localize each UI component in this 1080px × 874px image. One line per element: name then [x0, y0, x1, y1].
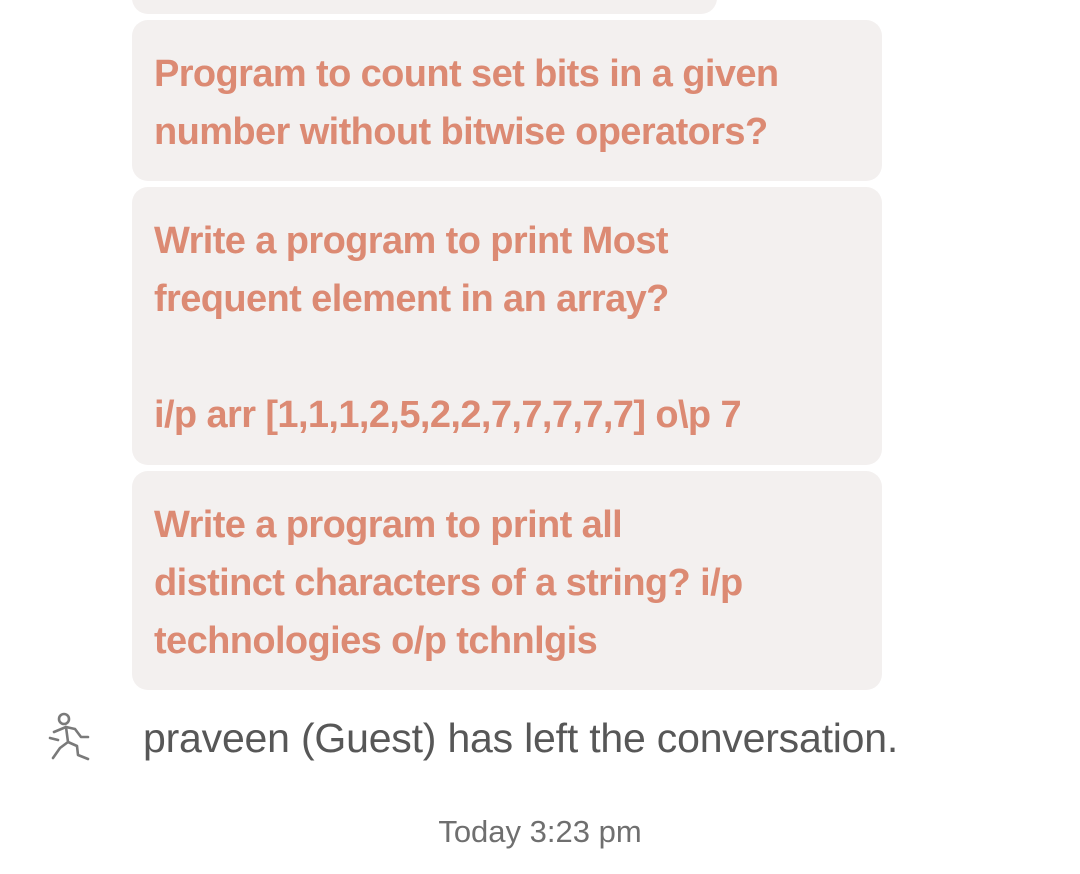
person-leaving-icon — [48, 712, 90, 761]
message-bubble[interactable]: Write a program to print Most frequent e… — [132, 187, 882, 465]
message-text: Write a program to print all distinct ch… — [154, 504, 743, 662]
timestamp: Today 3:23 pm — [0, 812, 1080, 852]
previous-message-bubble[interactable] — [132, 0, 717, 14]
message-text: Write a program to print Most frequent e… — [154, 220, 742, 436]
system-notice: praveen (Guest) has left the conversatio… — [0, 700, 1080, 780]
message-bubble[interactable]: Write a program to print all distinct ch… — [132, 471, 882, 690]
system-notice-text: praveen (Guest) has left the conversatio… — [143, 715, 899, 761]
message-bubble[interactable]: Program to count set bits in a given num… — [132, 20, 882, 181]
timestamp-text: Today 3:23 pm — [438, 814, 642, 849]
message-text: Program to count set bits in a given num… — [154, 53, 779, 153]
